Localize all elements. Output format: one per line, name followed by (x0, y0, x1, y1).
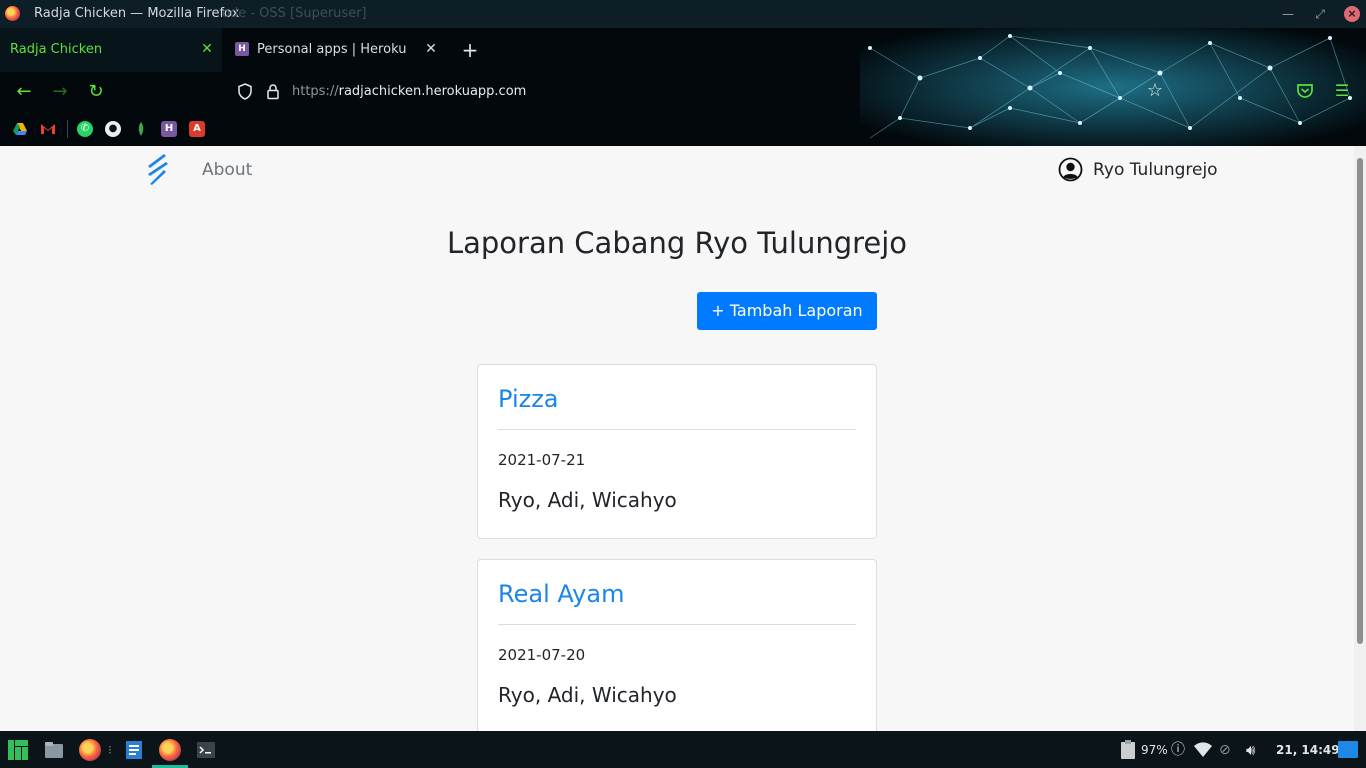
new-tab-button[interactable]: + (458, 38, 482, 62)
window-titlebar: Radja Chicken — Mozilla Firefox ode - OS… (0, 0, 1366, 28)
browser-chrome: Radja Chicken ✕ H Personal apps | Heroku… (0, 28, 1366, 146)
forward-button[interactable]: → (48, 80, 72, 104)
reload-button[interactable]: ↻ (84, 80, 108, 104)
report-card[interactable]: Real Ayam 2021-07-20 Ryo, Adi, Wicahyo (477, 559, 877, 731)
hamburger-menu-icon[interactable]: ☰ (1332, 82, 1352, 100)
card-divider (498, 429, 856, 430)
system-taskbar: ⁝ 97% ⓘ ⊘ 🔊︎ 21, 14:49 (0, 731, 1366, 768)
wifi-icon[interactable] (1193, 740, 1213, 760)
brand-logo-icon[interactable] (144, 152, 170, 186)
whatsapp-icon[interactable]: ✆ (77, 121, 93, 137)
lock-icon[interactable] (266, 83, 280, 100)
report-card[interactable]: Pizza 2021-07-21 Ryo, Adi, Wicahyo (477, 364, 877, 539)
report-date: 2021-07-20 (498, 646, 586, 664)
volume-icon[interactable]: 🔊︎ (1246, 740, 1255, 760)
report-title[interactable]: Pizza (498, 385, 559, 413)
system-clock[interactable]: 21, 14:49 (1276, 740, 1340, 760)
maximize-icon[interactable]: ⤢ (1310, 4, 1330, 24)
nav-about-link[interactable]: About (202, 160, 252, 180)
minimize-icon[interactable]: — (1278, 4, 1298, 24)
background-window-title: ode - OSS [Superuser] (222, 6, 367, 21)
report-title[interactable]: Real Ayam (498, 580, 624, 608)
bookmark-separator (67, 120, 68, 138)
google-drive-icon[interactable] (12, 121, 28, 137)
tab-radja-chicken[interactable]: Radja Chicken ✕ (0, 28, 222, 72)
bluetooth-disabled-icon[interactable]: ⊘ (1219, 740, 1231, 760)
window-title: Radja Chicken — Mozilla Firefox (34, 6, 240, 21)
file-manager-icon[interactable] (43, 739, 65, 761)
report-staff: Ryo, Adi, Wicahyo (498, 488, 677, 512)
terminal-icon[interactable] (195, 739, 217, 761)
firefox-launcher-icon[interactable] (79, 739, 101, 761)
add-report-button[interactable]: + Tambah Laporan (697, 292, 877, 330)
launcher-separator-icon: ⁝ (108, 743, 112, 757)
heroku-icon[interactable]: H (161, 121, 177, 137)
bookmarks-toolbar: ✆ ● H A (0, 118, 860, 140)
manjaro-menu-icon[interactable] (7, 739, 29, 761)
page-title: Laporan Cabang Ryo Tulungrejo (446, 226, 908, 260)
angular-icon[interactable]: A (189, 121, 205, 137)
report-staff: Ryo, Adi, Wicahyo (498, 683, 677, 707)
security-update-icon[interactable]: ⓘ (1171, 740, 1185, 760)
text-editor-icon[interactable] (123, 739, 145, 761)
address-bar[interactable]: https://radjachicken.herokuapp.com (232, 78, 1178, 106)
url-protocol: https:// (292, 84, 339, 99)
heroku-favicon-icon: H (235, 42, 249, 56)
close-window-icon[interactable]: × (1344, 6, 1360, 22)
battery-percentage[interactable]: 97% (1141, 740, 1168, 760)
user-avatar-icon (1058, 157, 1083, 182)
firefox-icon (5, 6, 20, 21)
url-host: radjachicken.herokuapp.com (338, 84, 527, 99)
tab-heroku[interactable]: H Personal apps | Heroku ✕ (226, 28, 444, 72)
user-name: Ryo Tulungrejo (1093, 160, 1218, 180)
back-button[interactable]: ← (12, 80, 36, 104)
firefox-window-icon[interactable] (159, 739, 181, 761)
web-page: About Ryo Tulungrejo Laporan Cabang Ryo … (0, 146, 1366, 731)
card-divider (498, 624, 856, 625)
tab-close-icon[interactable]: ✕ (196, 38, 218, 60)
clipboard-icon[interactable] (1118, 739, 1138, 761)
tab-close-icon[interactable]: ✕ (420, 38, 442, 60)
scrollbar-thumb[interactable] (1357, 158, 1363, 644)
report-date: 2021-07-21 (498, 451, 586, 469)
pocket-icon[interactable] (1296, 82, 1314, 100)
tab-label: Personal apps | Heroku (257, 42, 407, 57)
bookmark-star-icon[interactable]: ☆ (1145, 81, 1165, 101)
show-desktop-icon[interactable] (1338, 741, 1358, 758)
github-icon[interactable]: ● (105, 121, 121, 137)
mongodb-icon[interactable] (133, 121, 149, 137)
page-scrollbar[interactable] (1354, 146, 1366, 731)
tab-label: Radja Chicken (10, 42, 103, 57)
gmail-icon[interactable] (40, 121, 56, 137)
url-text[interactable]: https://radjachicken.herokuapp.com (292, 84, 526, 99)
shield-icon[interactable] (238, 83, 252, 100)
